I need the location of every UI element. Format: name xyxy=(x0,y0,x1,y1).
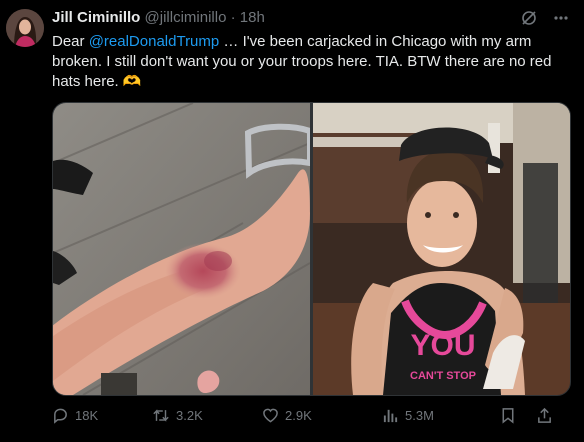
tweet-card[interactable]: Jill Ciminillo @jillciminillo · 18h Dear… xyxy=(0,0,584,442)
tweet-header: Jill Ciminillo @jillciminillo · 18h xyxy=(52,9,265,27)
like-button[interactable]: 2.9K xyxy=(262,407,382,424)
bookmark-button[interactable] xyxy=(500,407,536,424)
text-prefix: Dear xyxy=(52,33,89,50)
tweet-time[interactable]: 18h xyxy=(240,9,265,26)
bookmark-icon xyxy=(500,407,516,424)
more-icon[interactable] xyxy=(552,9,570,27)
heart-icon xyxy=(262,407,279,424)
shirt-text-small: CAN'T STOP xyxy=(410,370,476,382)
action-bar: 18K 3.2K 2.9K 5.3M xyxy=(52,404,572,426)
views-icon xyxy=(382,407,399,424)
like-count: 2.9K xyxy=(285,407,312,423)
views-count: 5.3M xyxy=(405,407,434,423)
injured-forearm-photo[interactable] xyxy=(53,103,311,395)
avatar[interactable] xyxy=(6,9,44,47)
heart-hands-emoji: 🫶 xyxy=(122,73,142,90)
media-grid: YOU CAN'T STOP xyxy=(52,102,571,396)
reply-icon xyxy=(52,407,69,424)
meta-separator: · xyxy=(230,9,236,26)
repost-icon xyxy=(152,407,170,424)
reply-count: 18K xyxy=(75,407,99,423)
tweet-text: Dear @realDonaldTrump … I've been carjac… xyxy=(52,32,567,92)
share-button[interactable] xyxy=(536,407,560,424)
views-button[interactable]: 5.3M xyxy=(382,407,500,424)
mention-link[interactable]: @realDonaldTrump xyxy=(89,33,220,50)
repost-button[interactable]: 3.2K xyxy=(152,407,262,424)
repost-count: 3.2K xyxy=(176,407,203,423)
grok-icon[interactable] xyxy=(520,9,538,27)
author-name[interactable]: Jill Ciminillo xyxy=(52,9,140,26)
shirt-text-large: YOU xyxy=(410,329,475,362)
woman-selfie-photo[interactable]: YOU CAN'T STOP xyxy=(312,103,570,395)
share-icon xyxy=(536,407,553,424)
reply-button[interactable]: 18K xyxy=(52,407,152,424)
author-handle[interactable]: @jillciminillo xyxy=(145,9,227,26)
